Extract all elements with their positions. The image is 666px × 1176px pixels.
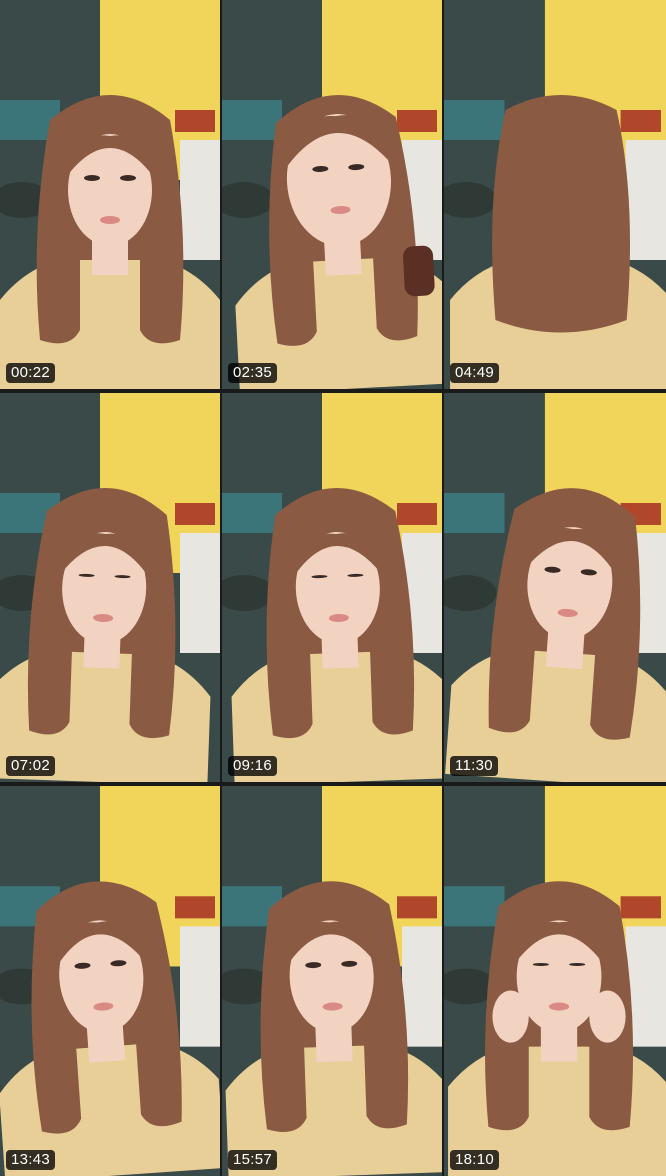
thumbnail-grid: 00:22 02:35 04:49 07:02 09:16 11:30 13:4… [0,0,666,1176]
timestamp-label: 00:22 [6,363,56,383]
shelf [444,493,505,533]
video-frame[interactable]: 02:35 [222,0,442,389]
hair [492,95,631,333]
white-shelf [180,926,220,1047]
eye [532,962,549,966]
frame-image [444,0,666,389]
frame-image [0,786,220,1176]
shelf [222,493,282,533]
timestamp-label: 09:16 [228,756,278,776]
video-frame[interactable]: 09:16 [222,393,442,782]
mouth [548,1002,570,1011]
white-shelf [625,140,666,260]
red-box [397,896,437,919]
video-frame[interactable]: 11:30 [444,393,666,782]
red-box [620,110,661,132]
video-frame[interactable]: 18:10 [444,786,666,1176]
video-frame[interactable]: 07:02 [0,393,220,782]
eye [84,175,100,181]
red-box [397,110,437,132]
frame-image [444,786,666,1176]
red-box [175,503,215,525]
timestamp-label: 15:57 [228,1150,278,1170]
timestamp-label: 18:10 [450,1150,500,1170]
eye [569,962,586,966]
video-frame[interactable]: 15:57 [222,786,442,1176]
video-frame[interactable]: 00:22 [0,0,220,389]
frame-image [222,786,442,1176]
shelf [444,100,505,140]
video-frame[interactable]: 13:43 [0,786,220,1176]
timestamp-label: 13:43 [6,1150,56,1170]
hand [589,990,626,1043]
red-box [175,110,215,132]
white-shelf [402,926,442,1047]
frame-image [222,393,442,782]
white-shelf [180,533,220,653]
timestamp-label: 04:49 [450,363,500,383]
shelf [222,100,282,140]
mouth [100,216,120,224]
red-box [620,896,661,919]
brush [403,245,435,297]
frame-image [444,393,666,782]
red-box [175,896,215,919]
frame-image [222,0,442,389]
hand [492,990,529,1043]
frame-image [0,393,220,782]
video-frame[interactable]: 04:49 [444,0,666,389]
shelf [444,886,505,927]
red-box [397,503,437,525]
timestamp-label: 02:35 [228,363,278,383]
white-shelf [180,140,220,260]
timestamp-label: 07:02 [6,756,56,776]
eye [120,175,136,181]
timestamp-label: 11:30 [450,756,498,776]
frame-image [0,0,220,389]
